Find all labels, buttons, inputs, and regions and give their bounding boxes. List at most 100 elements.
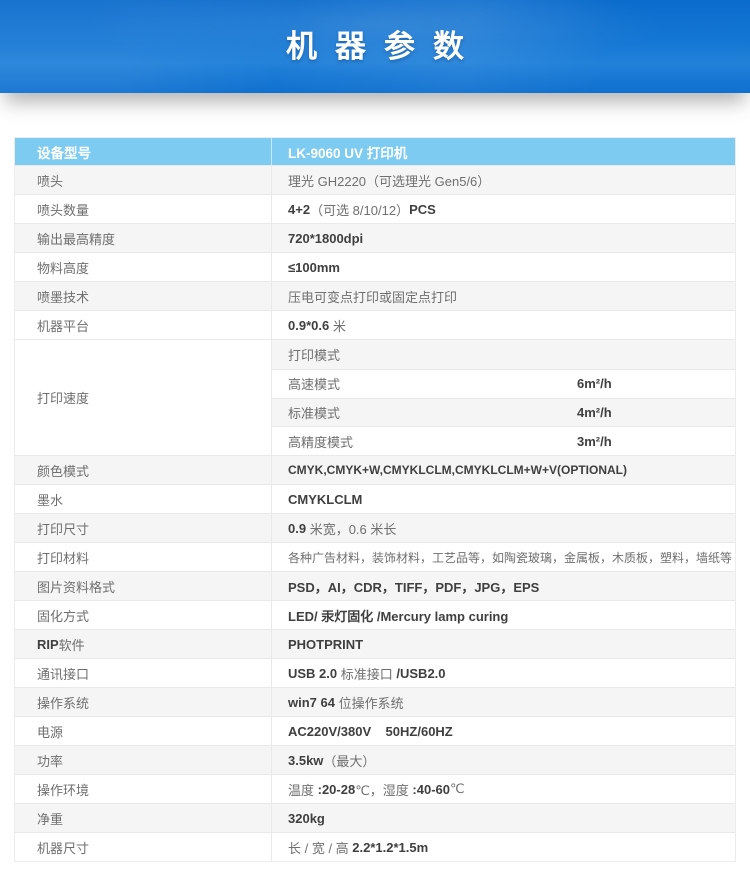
bold-text: PCS <box>409 202 436 217</box>
title-banner: 机器参数 <box>0 0 750 93</box>
table-row: 净重320kg <box>15 803 735 832</box>
plain-text: 米 <box>329 316 346 335</box>
table-row: 物料高度 ≤100mm <box>15 252 735 281</box>
speed-mode-label: 高速模式 <box>288 374 577 393</box>
bold-text: CMYK,CMYK+W,CMYKLCLM,CMYKLCLM+W+V(OPTION… <box>288 463 627 477</box>
plain-text: 图片资料格式 <box>37 577 115 596</box>
plain-text: 打印速度 <box>37 388 89 407</box>
row-value: win7 64 位操作系统 <box>271 688 735 716</box>
bold-text: PSD，AI，CDR，TIFF，PDF，JPG，EPS <box>288 577 539 596</box>
table-row: 电源 AC220V/380V 50HZ/60HZ <box>15 716 735 745</box>
table-row: 功率 3.5kw（最大） <box>15 745 735 774</box>
bold-text: CMYKLCLM <box>288 492 362 507</box>
row-value: 720*1800dpi <box>271 224 735 252</box>
spec-table-header-row: 设备型号 LK-9060 UV 打印机 <box>15 138 735 165</box>
bold-text: 3.5kw <box>288 753 323 768</box>
speed-subrow: 高精度模式3m²/h <box>272 426 735 455</box>
plain-text: 喷墨技术 <box>37 287 89 306</box>
table-row: 喷墨技术 压电可变点打印或固定点打印 <box>15 281 735 310</box>
row-value: 0.9 米宽，0.6 米长 <box>271 514 735 542</box>
row-value: ≤100mm <box>271 253 735 281</box>
row-value: 压电可变点打印或固定点打印 <box>271 282 735 310</box>
bold-text: LED/ 汞灯固化 /Mercury lamp curing <box>288 606 508 625</box>
speed-value: 4m²/h <box>577 405 735 420</box>
plain-text: 喷头 <box>37 171 63 190</box>
row-value: PHOTPRINT <box>271 630 735 658</box>
plain-text: 净重 <box>37 809 63 828</box>
bold-text: ≤100mm <box>288 260 340 275</box>
speed-subrow: 标准模式4m²/h <box>272 398 735 427</box>
bold-text: :20-28 <box>318 782 356 797</box>
plain-text: 电源 <box>37 722 63 741</box>
plain-text: 颜色模式 <box>37 461 89 480</box>
speed-subrow: 高速模式6m²/h <box>272 369 735 398</box>
row-value: 0.9*0.6 米 <box>271 311 735 339</box>
plain-text: （可选 8/10/12） <box>310 200 409 219</box>
table-row: 输出最高精度 720*1800dpi <box>15 223 735 252</box>
plain-text: 米宽，0.6 米长 <box>306 519 396 538</box>
table-row: 喷头数量 4+2（可选 8/10/12）PCS <box>15 194 735 223</box>
row-label: 操作环境 <box>15 775 271 803</box>
plain-text: 理光 GH2220（可选理光 Gen5/6） <box>288 171 490 190</box>
plain-text: 喷头数量 <box>37 200 89 219</box>
plain-text: 操作系统 <box>37 693 89 712</box>
row-label: 墨水 <box>15 485 271 513</box>
speed-subrow: 打印模式 <box>272 340 735 369</box>
plain-text: 打印材料 <box>37 548 89 567</box>
plain-text: 温度 <box>288 780 318 799</box>
row-label: 物料高度 <box>15 253 271 281</box>
row-label: RIP 软件 <box>15 630 271 658</box>
bold-text: 2.2*1.2*1.5m <box>352 840 428 855</box>
plain-text: 通讯接口 <box>37 664 89 683</box>
table-row: 颜色模式 CMYK,CMYK+W,CMYKLCLM,CMYKLCLM+W+V(OP… <box>15 455 735 484</box>
row-value: 各种广告材料，装饰材料，工艺品等，如陶瓷玻璃，金属板，木质板，塑料，墙纸等 <box>271 543 735 571</box>
bold-text: PHOTPRINT <box>288 637 363 652</box>
spec-table-body: 喷头 理光 GH2220（可选理光 Gen5/6） 喷头数量 4+2（可选 8/10/… <box>15 165 735 861</box>
plain-text: 操作环境 <box>37 780 89 799</box>
bold-text: 4+2 <box>288 202 310 217</box>
row-label: 图片资料格式 <box>15 572 271 600</box>
row-value: 长 / 宽 / 高 2.2*1.2*1.5m <box>271 833 735 861</box>
plain-text: 长 / 宽 / 高 <box>288 838 352 857</box>
plain-text: 机器尺寸 <box>37 838 89 857</box>
plain-text: 位操作系统 <box>335 693 404 712</box>
row-label: 净重 <box>15 804 271 832</box>
bold-text: /USB2.0 <box>396 666 445 681</box>
plain-text: （最大） <box>323 751 375 770</box>
table-row: 机器尺寸 长 / 宽 / 高 2.2*1.2*1.5m <box>15 832 735 861</box>
speed-mode-label: 高精度模式 <box>288 432 577 451</box>
bold-text: USB 2.0 <box>288 666 337 681</box>
table-row: 打印尺寸0.9 米宽，0.6 米长 <box>15 513 735 542</box>
plain-text: ℃，湿度 <box>355 780 412 799</box>
plain-text: 固化方式 <box>37 606 89 625</box>
plain-text: 墨水 <box>37 490 63 509</box>
table-row: 操作环境 温度 :20-28℃，湿度 :40-60℃ <box>15 774 735 803</box>
speed-value: 6m²/h <box>577 376 735 391</box>
bold-text: 0.9 <box>288 521 306 536</box>
row-value: 温度 :20-28℃，湿度 :40-60℃ <box>271 775 735 803</box>
table-row: 喷头 理光 GH2220（可选理光 Gen5/6） <box>15 165 735 194</box>
plain-text: 机器平台 <box>37 316 89 335</box>
row-value: PSD，AI，CDR，TIFF，PDF，JPG，EPS <box>271 572 735 600</box>
table-row: 通讯接口 USB 2.0 标准接口 /USB2.0 <box>15 658 735 687</box>
row-label: 颜色模式 <box>15 456 271 484</box>
speed-mode-label: 标准模式 <box>288 403 577 422</box>
row-value: CMYK,CMYK+W,CMYKLCLM,CMYKLCLM+W+V(OPTION… <box>271 456 735 484</box>
row-label: 功率 <box>15 746 271 774</box>
row-value: USB 2.0 标准接口 /USB2.0 <box>271 659 735 687</box>
plain-text: 输出最高精度 <box>37 229 115 248</box>
bold-text: :40-60 <box>412 782 450 797</box>
row-value: AC220V/380V 50HZ/60HZ <box>271 717 735 745</box>
row-value: 4+2（可选 8/10/12）PCS <box>271 195 735 223</box>
plain-text: 软件 <box>59 635 85 654</box>
row-label: 喷墨技术 <box>15 282 271 310</box>
row-label: 输出最高精度 <box>15 224 271 252</box>
table-row: RIP 软件 PHOTPRINT <box>15 629 735 658</box>
speed-subrows: 打印模式高速模式6m²/h标准模式4m²/h高精度模式3m²/h <box>271 340 735 455</box>
row-label: 机器平台 <box>15 311 271 339</box>
row-label: 机器尺寸 <box>15 833 271 861</box>
row-value: LED/ 汞灯固化 /Mercury lamp curing <box>271 601 735 629</box>
plain-text: ℃ <box>450 781 465 797</box>
row-label: 打印速度 <box>15 340 271 455</box>
header-value: LK-9060 UV 打印机 <box>271 138 735 165</box>
